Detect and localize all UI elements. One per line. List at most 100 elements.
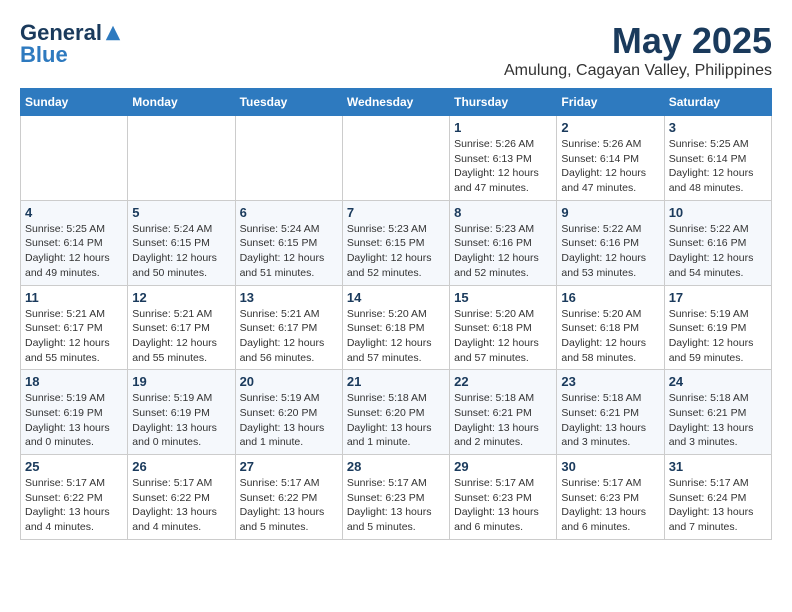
day-number: 14 bbox=[347, 290, 445, 305]
title-block: May 2025 Amulung, Cagayan Valley, Philip… bbox=[504, 20, 772, 80]
calendar-cell bbox=[21, 116, 128, 201]
day-number: 8 bbox=[454, 205, 552, 220]
weekday-header-row: SundayMondayTuesdayWednesdayThursdayFrid… bbox=[21, 89, 772, 116]
weekday-header-sunday: Sunday bbox=[21, 89, 128, 116]
page-header: General Blue May 2025 Amulung, Cagayan V… bbox=[20, 20, 772, 80]
calendar-cell: 20 Sunrise: 5:19 AM Sunset: 6:20 PM Dayli… bbox=[235, 370, 342, 455]
day-info: Sunrise: 5:17 AM Sunset: 6:24 PM Dayligh… bbox=[669, 476, 767, 535]
day-number: 1 bbox=[454, 120, 552, 135]
calendar-cell: 19Sunrise: 5:19 AM Sunset: 6:19 PM Dayli… bbox=[128, 370, 235, 455]
weekday-header-monday: Monday bbox=[128, 89, 235, 116]
day-info: Sunrise: 5:25 AM Sunset: 6:14 PM Dayligh… bbox=[669, 137, 767, 196]
calendar-cell: 9Sunrise: 5:22 AM Sunset: 6:16 PM Daylig… bbox=[557, 200, 664, 285]
day-number: 10 bbox=[669, 205, 767, 220]
day-number: 28 bbox=[347, 459, 445, 474]
day-number: 25 bbox=[25, 459, 123, 474]
calendar-cell: 28 Sunrise: 5:17 AM Sunset: 6:23 PM Dayli… bbox=[342, 455, 449, 540]
day-info: Sunrise: 5:26 AM Sunset: 6:13 PM Dayligh… bbox=[454, 137, 552, 196]
calendar-cell: 16 Sunrise: 5:20 AM Sunset: 6:18 PM Dayli… bbox=[557, 285, 664, 370]
day-info: Sunrise: 5:17 AM Sunset: 6:22 PM Dayligh… bbox=[132, 476, 230, 535]
day-number: 7 bbox=[347, 205, 445, 220]
day-number: 16 bbox=[561, 290, 659, 305]
calendar-cell: 6 Sunrise: 5:24 AM Sunset: 6:15 PM Daylig… bbox=[235, 200, 342, 285]
calendar-cell: 21 Sunrise: 5:18 AM Sunset: 6:20 PM Dayli… bbox=[342, 370, 449, 455]
day-info: Sunrise: 5:18 AM Sunset: 6:21 PM Dayligh… bbox=[454, 391, 552, 450]
day-info: Sunrise: 5:18 AM Sunset: 6:20 PM Dayligh… bbox=[347, 391, 445, 450]
day-number: 23 bbox=[561, 374, 659, 389]
calendar-cell: 13 Sunrise: 5:21 AM Sunset: 6:17 PM Dayli… bbox=[235, 285, 342, 370]
day-info: Sunrise: 5:20 AM Sunset: 6:18 PM Dayligh… bbox=[347, 307, 445, 366]
week-row-3: 11 Sunrise: 5:21 AM Sunset: 6:17 PM Dayli… bbox=[21, 285, 772, 370]
day-info: Sunrise: 5:19 AM Sunset: 6:19 PM Dayligh… bbox=[25, 391, 123, 450]
day-number: 13 bbox=[240, 290, 338, 305]
day-number: 29 bbox=[454, 459, 552, 474]
day-number: 2 bbox=[561, 120, 659, 135]
calendar-cell: 8 Sunrise: 5:23 AM Sunset: 6:16 PM Daylig… bbox=[450, 200, 557, 285]
day-number: 6 bbox=[240, 205, 338, 220]
calendar-table: SundayMondayTuesdayWednesdayThursdayFrid… bbox=[20, 88, 772, 540]
day-number: 22 bbox=[454, 374, 552, 389]
logo-icon bbox=[104, 24, 122, 42]
calendar-cell: 22 Sunrise: 5:18 AM Sunset: 6:21 PM Dayli… bbox=[450, 370, 557, 455]
day-number: 17 bbox=[669, 290, 767, 305]
day-info: Sunrise: 5:21 AM Sunset: 6:17 PM Dayligh… bbox=[240, 307, 338, 366]
calendar-cell: 23 Sunrise: 5:18 AM Sunset: 6:21 PM Dayli… bbox=[557, 370, 664, 455]
calendar-cell bbox=[128, 116, 235, 201]
calendar-cell: 1 Sunrise: 5:26 AM Sunset: 6:13 PM Daylig… bbox=[450, 116, 557, 201]
day-info: Sunrise: 5:24 AM Sunset: 6:15 PM Dayligh… bbox=[240, 222, 338, 281]
calendar-cell bbox=[342, 116, 449, 201]
week-row-5: 25 Sunrise: 5:17 AM Sunset: 6:22 PM Dayli… bbox=[21, 455, 772, 540]
day-info: Sunrise: 5:20 AM Sunset: 6:18 PM Dayligh… bbox=[454, 307, 552, 366]
day-number: 19 bbox=[132, 374, 230, 389]
day-info: Sunrise: 5:19 AM Sunset: 6:19 PM Dayligh… bbox=[669, 307, 767, 366]
day-number: 21 bbox=[347, 374, 445, 389]
calendar-cell: 2 Sunrise: 5:26 AM Sunset: 6:14 PM Daylig… bbox=[557, 116, 664, 201]
day-info: Sunrise: 5:17 AM Sunset: 6:22 PM Dayligh… bbox=[25, 476, 123, 535]
location-text: Amulung, Cagayan Valley, Philippines bbox=[504, 62, 772, 80]
day-number: 27 bbox=[240, 459, 338, 474]
calendar-cell: 30 Sunrise: 5:17 AM Sunset: 6:23 PM Dayli… bbox=[557, 455, 664, 540]
day-number: 15 bbox=[454, 290, 552, 305]
day-number: 30 bbox=[561, 459, 659, 474]
calendar-cell: 14 Sunrise: 5:20 AM Sunset: 6:18 PM Dayli… bbox=[342, 285, 449, 370]
day-number: 11 bbox=[25, 290, 123, 305]
calendar-cell: 15 Sunrise: 5:20 AM Sunset: 6:18 PM Dayli… bbox=[450, 285, 557, 370]
calendar-cell: 29Sunrise: 5:17 AM Sunset: 6:23 PM Dayli… bbox=[450, 455, 557, 540]
calendar-cell: 3 Sunrise: 5:25 AM Sunset: 6:14 PM Daylig… bbox=[664, 116, 771, 201]
day-number: 3 bbox=[669, 120, 767, 135]
day-info: Sunrise: 5:19 AM Sunset: 6:20 PM Dayligh… bbox=[240, 391, 338, 450]
day-number: 5 bbox=[132, 205, 230, 220]
calendar-cell: 4Sunrise: 5:25 AM Sunset: 6:14 PM Daylig… bbox=[21, 200, 128, 285]
weekday-header-tuesday: Tuesday bbox=[235, 89, 342, 116]
calendar-cell: 12Sunrise: 5:21 AM Sunset: 6:17 PM Dayli… bbox=[128, 285, 235, 370]
weekday-header-friday: Friday bbox=[557, 89, 664, 116]
day-info: Sunrise: 5:17 AM Sunset: 6:22 PM Dayligh… bbox=[240, 476, 338, 535]
calendar-cell: 31Sunrise: 5:17 AM Sunset: 6:24 PM Dayli… bbox=[664, 455, 771, 540]
day-info: Sunrise: 5:18 AM Sunset: 6:21 PM Dayligh… bbox=[561, 391, 659, 450]
day-info: Sunrise: 5:20 AM Sunset: 6:18 PM Dayligh… bbox=[561, 307, 659, 366]
day-number: 18 bbox=[25, 374, 123, 389]
weekday-header-saturday: Saturday bbox=[664, 89, 771, 116]
calendar-cell: 17 Sunrise: 5:19 AM Sunset: 6:19 PM Dayli… bbox=[664, 285, 771, 370]
month-title: May 2025 bbox=[504, 20, 772, 62]
calendar-cell bbox=[235, 116, 342, 201]
day-info: Sunrise: 5:17 AM Sunset: 6:23 PM Dayligh… bbox=[561, 476, 659, 535]
day-number: 24 bbox=[669, 374, 767, 389]
day-number: 26 bbox=[132, 459, 230, 474]
calendar-cell: 27 Sunrise: 5:17 AM Sunset: 6:22 PM Dayli… bbox=[235, 455, 342, 540]
calendar-cell: 24Sunrise: 5:18 AM Sunset: 6:21 PM Dayli… bbox=[664, 370, 771, 455]
week-row-4: 18 Sunrise: 5:19 AM Sunset: 6:19 PM Dayli… bbox=[21, 370, 772, 455]
day-info: Sunrise: 5:26 AM Sunset: 6:14 PM Dayligh… bbox=[561, 137, 659, 196]
calendar-cell: 26 Sunrise: 5:17 AM Sunset: 6:22 PM Dayli… bbox=[128, 455, 235, 540]
calendar-cell: 11 Sunrise: 5:21 AM Sunset: 6:17 PM Dayli… bbox=[21, 285, 128, 370]
day-number: 20 bbox=[240, 374, 338, 389]
day-info: Sunrise: 5:21 AM Sunset: 6:17 PM Dayligh… bbox=[132, 307, 230, 366]
logo: General Blue bbox=[20, 20, 122, 68]
logo-blue-text: Blue bbox=[20, 42, 68, 68]
calendar-cell: 5Sunrise: 5:24 AM Sunset: 6:15 PM Daylig… bbox=[128, 200, 235, 285]
day-info: Sunrise: 5:21 AM Sunset: 6:17 PM Dayligh… bbox=[25, 307, 123, 366]
day-info: Sunrise: 5:23 AM Sunset: 6:15 PM Dayligh… bbox=[347, 222, 445, 281]
day-info: Sunrise: 5:17 AM Sunset: 6:23 PM Dayligh… bbox=[347, 476, 445, 535]
day-info: Sunrise: 5:23 AM Sunset: 6:16 PM Dayligh… bbox=[454, 222, 552, 281]
day-info: Sunrise: 5:22 AM Sunset: 6:16 PM Dayligh… bbox=[669, 222, 767, 281]
